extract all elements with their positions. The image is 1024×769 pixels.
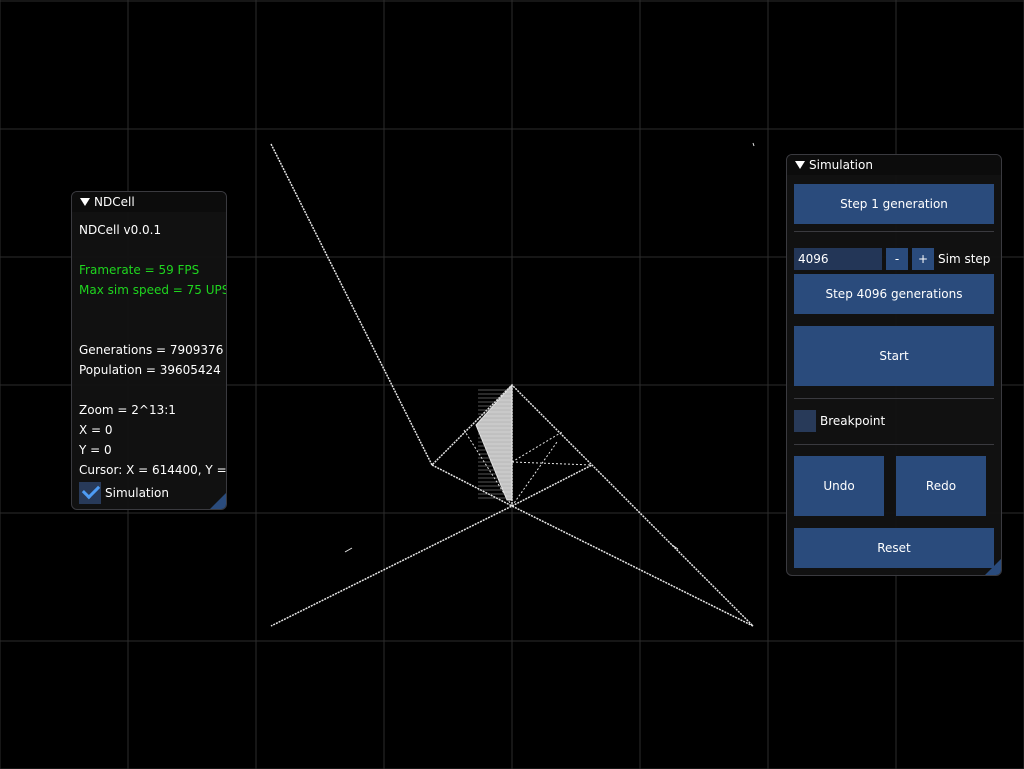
collapse-arrow-icon[interactable] — [80, 198, 90, 206]
collapse-arrow-icon[interactable] — [795, 161, 805, 169]
pattern-diag-5 — [344, 547, 353, 553]
zoom-text: Zoom = 2^13:1 — [79, 403, 176, 417]
start-button[interactable]: Start — [794, 326, 994, 386]
ndcell-window-titlebar[interactable]: NDCell — [72, 192, 226, 212]
step-1-generation-button[interactable]: Step 1 generation — [794, 184, 994, 224]
step-n-generations-button[interactable]: Step 4096 generations — [794, 274, 994, 314]
pattern-diag-1 — [511, 431, 563, 463]
separator — [794, 231, 994, 232]
simulation-window-titlebar[interactable]: Simulation — [787, 155, 1001, 175]
separator — [794, 444, 994, 445]
pattern-speck — [752, 142, 755, 147]
pattern-arm-inner-right — [511, 464, 593, 507]
sim-step-decrement-button[interactable]: - — [886, 248, 908, 270]
simulation-checkbox[interactable] — [79, 480, 101, 504]
undo-button[interactable]: Undo — [794, 456, 884, 516]
separator — [794, 398, 994, 399]
simulation-window: Simulation Step 1 generation 4096 - + Si… — [786, 154, 1002, 576]
framerate-text: Framerate = 59 FPS — [79, 263, 200, 277]
max-sim-speed-text: Max sim speed = 75 UPS — [79, 283, 227, 297]
sim-step-label: Sim step — [938, 252, 991, 266]
checkmark-icon — [81, 480, 101, 500]
x-coordinate-text: X = 0 — [79, 423, 113, 437]
resize-grip-icon[interactable] — [985, 559, 1001, 575]
window-title: NDCell — [94, 195, 135, 209]
y-coordinate-text: Y = 0 — [79, 443, 112, 457]
simulation-checkbox-label: Simulation — [105, 486, 169, 500]
breakpoint-checkbox[interactable] — [794, 410, 816, 432]
sim-step-input[interactable]: 4096 — [794, 248, 882, 270]
reset-button[interactable]: Reset — [794, 528, 994, 568]
window-title: Simulation — [809, 158, 873, 172]
sim-step-increment-button[interactable]: + — [912, 248, 934, 270]
version-text: NDCell v0.0.1 — [79, 223, 162, 237]
breakpoint-checkbox-label: Breakpoint — [820, 414, 886, 428]
population-text: Population = 39605424 — [79, 363, 221, 377]
generations-text: Generations = 7909376 — [79, 343, 224, 357]
ndcell-window: NDCell NDCell v0.0.1 Framerate = 59 FPS … — [71, 191, 227, 510]
redo-button[interactable]: Redo — [896, 456, 986, 516]
pattern-diag-2 — [511, 441, 558, 507]
pattern-diag-3 — [511, 461, 593, 466]
cursor-position-text: Cursor: X = 614400, Y = 110592 — [79, 463, 227, 477]
resize-grip-icon[interactable] — [210, 493, 226, 509]
